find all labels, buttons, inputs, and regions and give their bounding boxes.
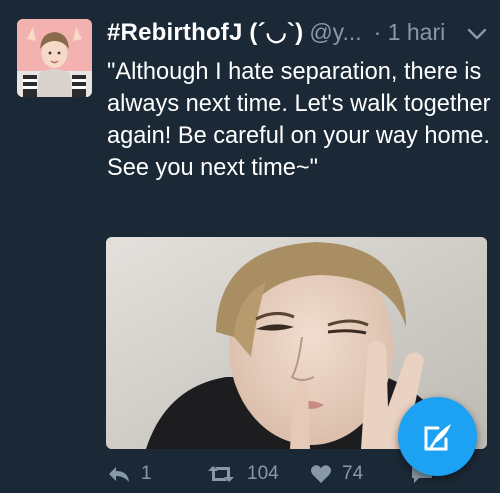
like-count: 74 [342, 463, 364, 484]
tweet-text: "Although I hate separation, there is al… [107, 59, 491, 181]
reply-button[interactable]: 1 [107, 456, 152, 492]
reply-count: 1 [141, 463, 152, 484]
compose-tweet-icon [424, 423, 451, 450]
reply-icon [109, 467, 129, 482]
retweet-icon [208, 466, 234, 482]
tweet-header: #RebirthofJ (´◡`) @y... · 1 hari [107, 18, 488, 54]
retweet-button[interactable]: 104 [205, 456, 279, 492]
compose-tweet-button[interactable] [398, 397, 477, 476]
display-name[interactable]: #RebirthofJ (´◡`) [107, 18, 303, 47]
like-button[interactable]: 74 [310, 456, 363, 492]
user-handle[interactable]: @y... [309, 19, 361, 46]
retweet-count: 104 [247, 463, 279, 484]
timestamp[interactable]: · 1 hari [374, 19, 446, 46]
heart-icon [311, 465, 331, 483]
avatar[interactable] [17, 19, 92, 97]
tweet[interactable]: #RebirthofJ (´◡`) @y... · 1 hari "Althou… [0, 0, 500, 493]
avatar-image [17, 19, 92, 97]
chevron-down-icon[interactable] [466, 26, 488, 42]
